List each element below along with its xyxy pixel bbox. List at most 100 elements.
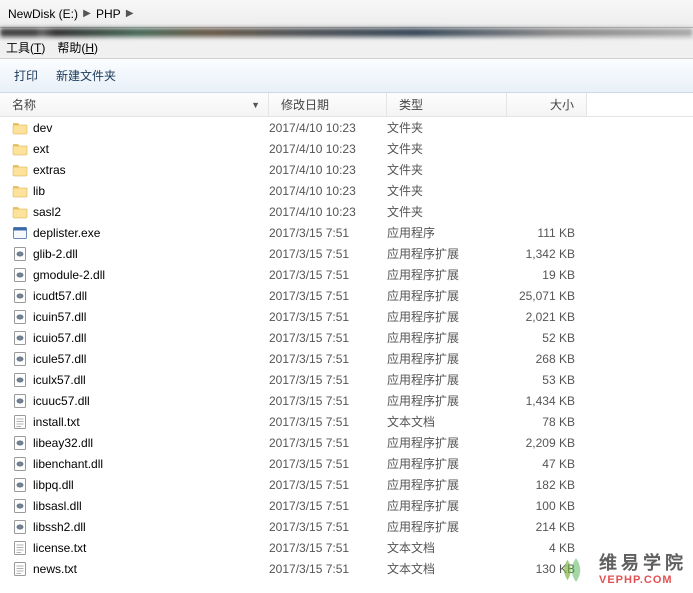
file-name: iculx57.dll: [33, 373, 86, 387]
menu-help[interactable]: 帮助(H): [57, 39, 98, 56]
column-header-date[interactable]: 修改日期: [269, 93, 387, 116]
column-label: 大小: [550, 96, 574, 113]
file-size: 214 KB: [507, 520, 587, 534]
file-row[interactable]: gmodule-2.dll2017/3/15 7:51应用程序扩展19 KB: [0, 264, 693, 285]
file-date: 2017/4/10 10:23: [269, 205, 387, 219]
file-row[interactable]: dev2017/4/10 10:23文件夹: [0, 117, 693, 138]
file-date: 2017/3/15 7:51: [269, 268, 387, 282]
file-row[interactable]: icuio57.dll2017/3/15 7:51应用程序扩展52 KB: [0, 327, 693, 348]
file-size: 2,209 KB: [507, 436, 587, 450]
file-row[interactable]: libpq.dll2017/3/15 7:51应用程序扩展182 KB: [0, 474, 693, 495]
file-size: 100 KB: [507, 499, 587, 513]
chevron-right-icon[interactable]: ▶: [125, 8, 135, 19]
column-label: 名称: [12, 96, 36, 113]
file-row[interactable]: license.txt2017/3/15 7:51文本文档4 KB: [0, 537, 693, 558]
file-size: 78 KB: [507, 415, 587, 429]
column-header-size[interactable]: 大小: [507, 93, 587, 116]
file-date: 2017/3/15 7:51: [269, 394, 387, 408]
breadcrumb-segment-drive[interactable]: NewDisk (E:): [4, 3, 82, 25]
exe-icon: [12, 225, 28, 241]
file-name: libeay32.dll: [33, 436, 93, 450]
folder-icon: [12, 183, 28, 199]
column-headers: 名称 ▼ 修改日期 类型 大小: [0, 93, 693, 117]
file-date: 2017/4/10 10:23: [269, 184, 387, 198]
folder-icon: [12, 162, 28, 178]
column-header-name[interactable]: 名称 ▼: [0, 93, 269, 116]
file-date: 2017/4/10 10:23: [269, 142, 387, 156]
file-type: 文本文档: [387, 413, 507, 430]
file-row[interactable]: news.txt2017/3/15 7:51文本文档130 KB: [0, 558, 693, 579]
file-name: icuin57.dll: [33, 310, 86, 324]
folder-icon: [12, 141, 28, 157]
file-type: 文件夹: [387, 140, 507, 157]
file-date: 2017/3/15 7:51: [269, 562, 387, 576]
dll-icon: [12, 330, 28, 346]
file-size: 47 KB: [507, 457, 587, 471]
folder-icon: [12, 204, 28, 220]
file-date: 2017/3/15 7:51: [269, 331, 387, 345]
folder-icon: [12, 120, 28, 136]
file-name: install.txt: [33, 415, 80, 429]
address-bar: NewDisk (E:) ▶ PHP ▶: [0, 0, 693, 28]
file-row[interactable]: extras2017/4/10 10:23文件夹: [0, 159, 693, 180]
file-date: 2017/3/15 7:51: [269, 352, 387, 366]
file-type: 应用程序扩展: [387, 371, 507, 388]
txt-icon: [12, 540, 28, 556]
file-date: 2017/3/15 7:51: [269, 520, 387, 534]
breadcrumb-label: PHP: [96, 7, 121, 21]
file-date: 2017/3/15 7:51: [269, 499, 387, 513]
file-row[interactable]: glib-2.dll2017/3/15 7:51应用程序扩展1,342 KB: [0, 243, 693, 264]
column-header-type[interactable]: 类型: [387, 93, 507, 116]
chevron-right-icon[interactable]: ▶: [82, 8, 92, 19]
file-name: extras: [33, 163, 66, 177]
file-size: 25,071 KB: [507, 289, 587, 303]
file-row[interactable]: sasl22017/4/10 10:23文件夹: [0, 201, 693, 222]
menu-tools[interactable]: 工具(T): [6, 39, 45, 56]
sort-descending-icon: ▼: [251, 100, 260, 110]
file-row[interactable]: deplister.exe2017/3/15 7:51应用程序111 KB: [0, 222, 693, 243]
column-label: 类型: [399, 96, 423, 113]
file-row[interactable]: libsasl.dll2017/3/15 7:51应用程序扩展100 KB: [0, 495, 693, 516]
file-row[interactable]: icule57.dll2017/3/15 7:51应用程序扩展268 KB: [0, 348, 693, 369]
file-name: libenchant.dll: [33, 457, 103, 471]
dll-icon: [12, 393, 28, 409]
file-row[interactable]: lib2017/4/10 10:23文件夹: [0, 180, 693, 201]
txt-icon: [12, 561, 28, 577]
file-type: 应用程序扩展: [387, 287, 507, 304]
new-folder-button[interactable]: 新建文件夹: [56, 67, 116, 84]
file-name: ext: [33, 142, 49, 156]
breadcrumb-segment-folder[interactable]: PHP: [92, 3, 125, 25]
file-row[interactable]: install.txt2017/3/15 7:51文本文档78 KB: [0, 411, 693, 432]
file-row[interactable]: libenchant.dll2017/3/15 7:51应用程序扩展47 KB: [0, 453, 693, 474]
file-name: icuio57.dll: [33, 331, 86, 345]
file-name: news.txt: [33, 562, 77, 576]
dll-icon: [12, 498, 28, 514]
file-type: 应用程序扩展: [387, 434, 507, 451]
file-size: 130 KB: [507, 562, 587, 576]
dll-icon: [12, 435, 28, 451]
file-size: 53 KB: [507, 373, 587, 387]
file-size: 111 KB: [507, 226, 587, 240]
file-name: gmodule-2.dll: [33, 268, 105, 282]
file-row[interactable]: icuuc57.dll2017/3/15 7:51应用程序扩展1,434 KB: [0, 390, 693, 411]
file-name: libsasl.dll: [33, 499, 82, 513]
file-row[interactable]: libeay32.dll2017/3/15 7:51应用程序扩展2,209 KB: [0, 432, 693, 453]
print-button[interactable]: 打印: [14, 67, 38, 84]
file-type: 应用程序扩展: [387, 392, 507, 409]
file-type: 应用程序扩展: [387, 329, 507, 346]
file-row[interactable]: libssh2.dll2017/3/15 7:51应用程序扩展214 KB: [0, 516, 693, 537]
window-behind-blur: [0, 28, 693, 37]
file-row[interactable]: ext 2017/4/10 10:23文件夹: [0, 138, 693, 159]
file-row[interactable]: icuin57.dll2017/3/15 7:51应用程序扩展2,021 KB: [0, 306, 693, 327]
dll-icon: [12, 288, 28, 304]
file-type: 应用程序扩展: [387, 350, 507, 367]
file-type: 文件夹: [387, 119, 507, 136]
file-row[interactable]: icudt57.dll2017/3/15 7:51应用程序扩展25,071 KB: [0, 285, 693, 306]
dll-icon: [12, 477, 28, 493]
file-date: 2017/3/15 7:51: [269, 541, 387, 555]
file-date: 2017/3/15 7:51: [269, 247, 387, 261]
file-type: 文件夹: [387, 182, 507, 199]
file-row[interactable]: iculx57.dll2017/3/15 7:51应用程序扩展53 KB: [0, 369, 693, 390]
toolbar: 打印 新建文件夹: [0, 59, 693, 93]
file-type: 应用程序扩展: [387, 245, 507, 262]
